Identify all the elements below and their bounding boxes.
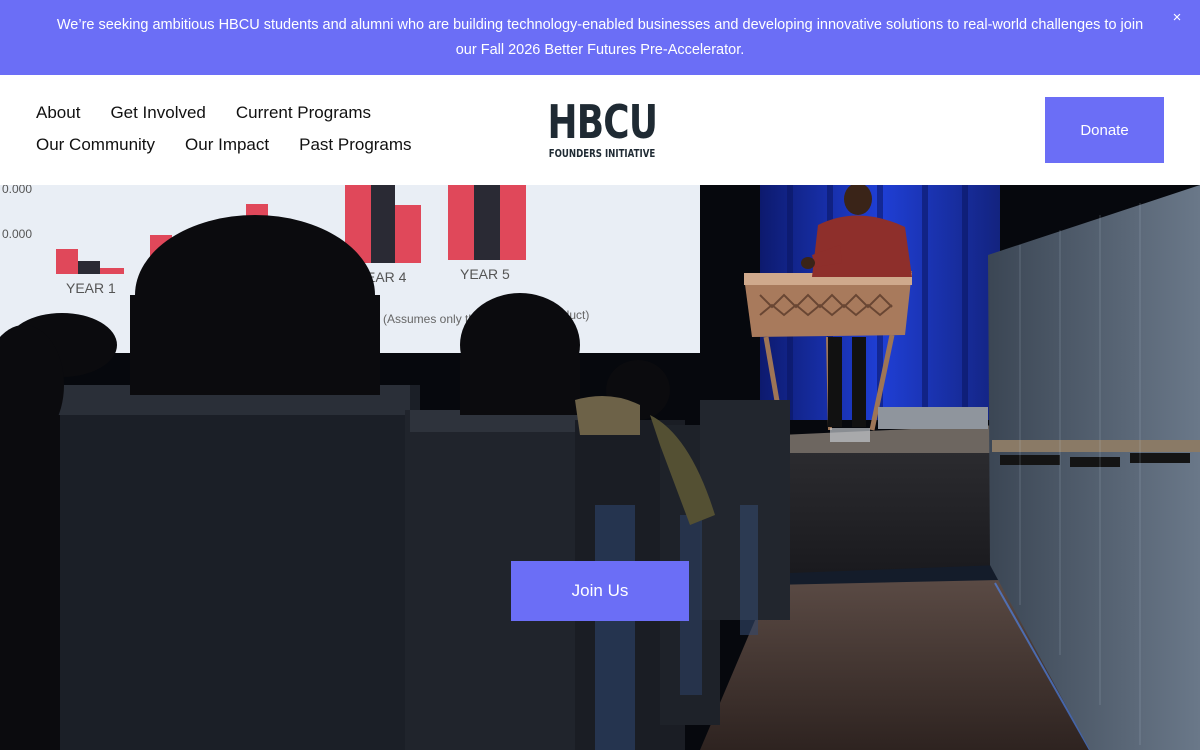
screen-note-left: (Assumes only th — [383, 312, 475, 326]
nav-past-programs[interactable]: Past Programs — [299, 135, 411, 155]
announcement-bar: We’re seeking ambitious HBCU students an… — [0, 0, 1200, 75]
announcement-text: We’re seeking ambitious HBCU students an… — [56, 16, 1144, 58]
screen-bar — [78, 261, 100, 274]
donate-button[interactable]: Donate — [1045, 97, 1164, 163]
screen-bar — [474, 185, 500, 260]
screen-tick-2: 0.000 — [2, 227, 32, 241]
screen-bar — [395, 205, 421, 263]
screen-tick-1: 0.000 — [2, 185, 32, 196]
nav-our-impact[interactable]: Our Impact — [185, 135, 269, 155]
hero-section: 0.000 0.000 YEAR 1 EAR 4 YEAR 5 (Assumes… — [0, 185, 1200, 750]
logo-subtitle: FOUNDERS INITIATIVE — [548, 148, 656, 160]
screen-bar — [371, 185, 395, 263]
nav-get-involved[interactable]: Get Involved — [110, 103, 205, 123]
screen-bar — [448, 185, 474, 260]
screen-label-year5: YEAR 5 — [460, 266, 510, 282]
nav-about[interactable]: About — [36, 103, 80, 123]
join-us-button[interactable]: Join Us — [511, 561, 689, 621]
nav-row-secondary: Our Community Our Impact Past Programs — [36, 135, 412, 155]
hero-image: 0.000 0.000 YEAR 1 EAR 4 YEAR 5 (Assumes… — [0, 185, 1200, 750]
screen-label-year1: YEAR 1 — [66, 280, 116, 296]
screen-bar — [100, 268, 124, 274]
site-header: About Get Involved Current Programs Our … — [0, 75, 1200, 185]
logo-wordmark: HBCU — [547, 95, 658, 149]
nav-row-primary: About Get Involved Current Programs — [36, 103, 371, 123]
screen-bar — [56, 249, 78, 274]
nav-current-programs[interactable]: Current Programs — [236, 103, 371, 123]
nav-our-community[interactable]: Our Community — [36, 135, 155, 155]
screen-bar — [500, 185, 526, 260]
close-icon[interactable]: × — [1168, 9, 1186, 27]
site-logo[interactable]: HBCU FOUNDERS INITIATIVE — [547, 97, 658, 163]
